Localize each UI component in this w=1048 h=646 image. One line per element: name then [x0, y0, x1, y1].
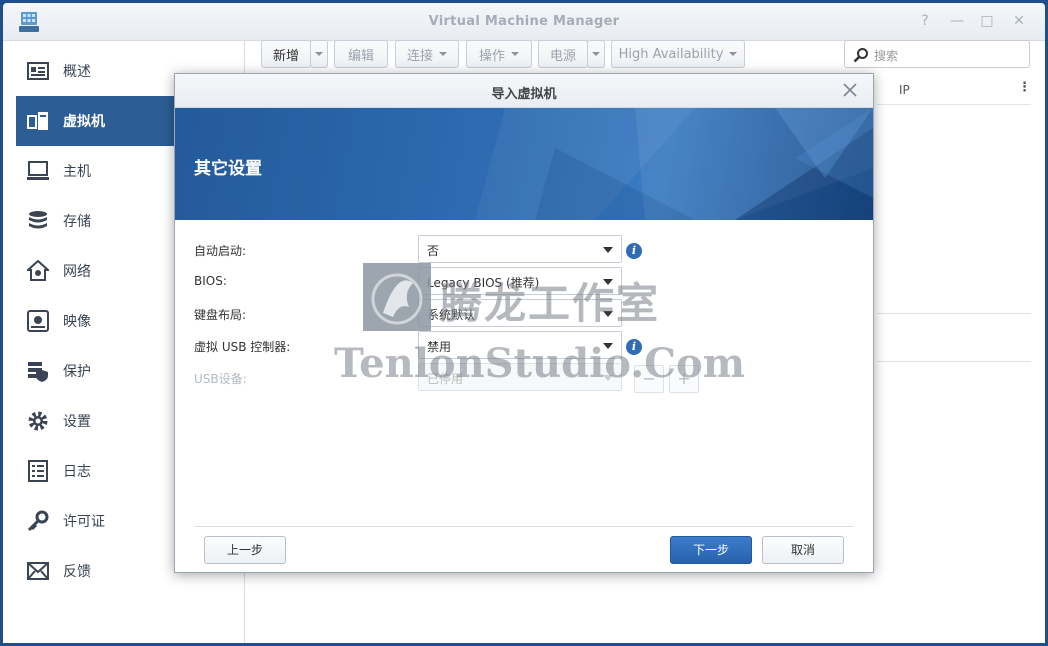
close-icon[interactable]: ✕ [1011, 13, 1027, 29]
search-icon [853, 48, 868, 63]
search-input[interactable]: 搜索 [844, 40, 1030, 68]
autostart-label: 自动启动: [194, 244, 247, 258]
feedback-icon [25, 558, 51, 584]
chevron-down-icon [603, 247, 613, 253]
banner-title: 其它设置 [194, 159, 262, 179]
column-menu-icon[interactable]: ⋮ [1018, 80, 1031, 95]
overview-icon [25, 58, 51, 84]
virtual-machine-icon [25, 108, 51, 134]
network-icon [25, 258, 51, 284]
sidebar-item-protection[interactable]: 保护 [16, 346, 176, 396]
dragon-icon [371, 273, 423, 325]
high-availability-button[interactable]: High Availability [611, 40, 745, 68]
panel-divider [877, 361, 1031, 362]
chevron-down-icon [592, 52, 600, 56]
sidebar-item-label: 主机 [63, 164, 91, 180]
minimize-icon[interactable]: — [949, 13, 965, 29]
power-button[interactable]: 电源 [538, 40, 588, 68]
sidebar-item-network[interactable]: 网络 [16, 246, 176, 296]
column-header-ip[interactable]: IP [899, 83, 910, 97]
sidebar-item-virtual-machine[interactable]: 虚拟机 [16, 96, 176, 146]
sidebar-item-license[interactable]: 许可证 [16, 496, 176, 546]
license-icon [25, 508, 51, 534]
cancel-button[interactable]: 取消 [762, 536, 844, 564]
autostart-select[interactable]: 否 [418, 235, 622, 263]
edit-button[interactable]: 编辑 [334, 40, 388, 68]
sidebar-item-storage[interactable]: 存储 [16, 196, 176, 246]
sidebar-item-feedback[interactable]: 反馈 [16, 546, 176, 596]
sidebar-item-settings[interactable]: 设置 [16, 396, 176, 446]
sidebar-item-label: 保护 [63, 364, 91, 380]
sidebar-item-label: 映像 [63, 314, 91, 330]
next-button[interactable]: 下一步 [670, 536, 752, 564]
sidebar-item-overview[interactable]: 概述 [16, 46, 176, 96]
table-header: IP ⋮ [877, 75, 1031, 105]
dialog-footer-divider [194, 526, 854, 527]
host-icon [25, 158, 51, 184]
watermark-text-cn: 腾龙工作室 [440, 279, 661, 328]
sidebar-item-label: 设置 [63, 414, 91, 430]
maximize-icon[interactable]: □ [979, 13, 995, 29]
protection-icon [25, 358, 51, 384]
image-icon [25, 308, 51, 334]
panel-divider [877, 313, 1031, 314]
dialog-title: 导入虚拟机 [491, 87, 557, 102]
sidebar-item-label: 反馈 [63, 564, 91, 580]
action-label: 操作 [478, 48, 505, 64]
chevron-down-icon [511, 52, 519, 56]
search-placeholder: 搜索 [874, 49, 899, 63]
log-icon [25, 458, 51, 484]
sidebar-item-label: 许可证 [63, 514, 105, 530]
window-title: Virtual Machine Manager [428, 14, 620, 29]
settings-icon [25, 408, 51, 434]
action-button[interactable]: 操作 [466, 40, 532, 68]
banner-decoration [475, 108, 873, 220]
info-icon[interactable]: i [626, 243, 642, 259]
dialog-banner: 其它设置 [175, 108, 873, 220]
back-button[interactable]: 上一步 [204, 536, 286, 564]
sidebar-item-label: 存储 [63, 214, 91, 230]
connect-label: 连接 [406, 48, 433, 64]
dialog-title-bar: 导入虚拟机 [175, 74, 873, 108]
bios-label: BIOS: [194, 274, 227, 288]
close-icon[interactable] [841, 81, 859, 99]
title-bar: Virtual Machine Manager ? — □ ✕ [3, 3, 1045, 41]
high-availability-label: High Availability [618, 46, 724, 62]
sidebar-item-image[interactable]: 映像 [16, 296, 176, 346]
sidebar-item-log[interactable]: 日志 [16, 446, 176, 496]
sidebar-item-label: 概述 [63, 64, 91, 80]
storage-icon [25, 208, 51, 234]
power-dropdown-button[interactable] [587, 40, 605, 68]
sidebar-item-label: 网络 [63, 264, 91, 280]
help-icon[interactable]: ? [917, 13, 933, 29]
sidebar-item-host[interactable]: 主机 [16, 146, 176, 196]
chevron-down-icon [439, 52, 447, 56]
watermark-logo [363, 263, 431, 331]
usb-device-label: USB设备: [194, 372, 247, 386]
sidebar-item-label: 虚拟机 [63, 114, 105, 130]
sidebar-item-label: 日志 [63, 464, 91, 480]
chevron-down-icon [729, 52, 738, 56]
autostart-value: 否 [427, 244, 440, 258]
new-button[interactable]: 新增 [261, 40, 311, 68]
keyboard-layout-label: 键盘布局: [194, 308, 247, 322]
connect-button[interactable]: 连接 [395, 40, 459, 68]
new-dropdown-button[interactable] [310, 40, 328, 68]
chevron-down-icon [315, 52, 323, 56]
watermark-text-en: TenlonStudio.Com [334, 340, 746, 387]
usb-controller-label: 虚拟 USB 控制器: [194, 340, 291, 354]
